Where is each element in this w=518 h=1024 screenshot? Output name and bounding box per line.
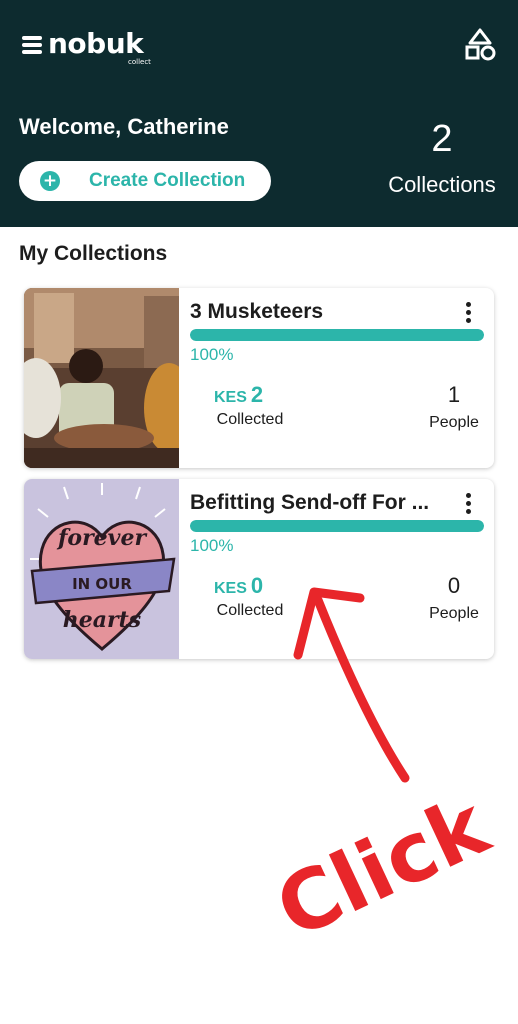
annotation-text: Click: [263, 778, 504, 958]
svg-text:forever: forever: [56, 525, 148, 551]
logo-subtext: collect: [128, 58, 151, 66]
people-label: People: [429, 414, 479, 431]
plus-icon: +: [40, 171, 60, 191]
amount-row: KES 2: [214, 382, 263, 408]
svg-text:hearts: hearts: [63, 607, 141, 633]
people-count: 1: [447, 382, 461, 407]
progress-percent: 100%: [190, 536, 234, 555]
progress-fill: [190, 520, 484, 532]
collection-title: 3 Musketeers: [190, 300, 324, 323]
collection-card[interactable]: 3 Musketeers 100% KES 2 Collected 1 Peopl…: [24, 288, 494, 468]
collected-label: Collected: [216, 602, 284, 619]
collections-count-label: Collections: [388, 172, 496, 197]
kebab-icon[interactable]: [460, 302, 476, 326]
menu-lines-icon: [22, 36, 44, 56]
collected-label: Collected: [216, 411, 284, 428]
section-title: My Collections: [19, 242, 168, 265]
progress-percent: 100%: [190, 345, 234, 364]
progress-fill: [190, 329, 484, 341]
create-collection-button[interactable]: + Create Collection: [19, 161, 271, 201]
people-count: 0: [447, 573, 461, 598]
app-header: nobuk collect Welcome, Catherine + Creat…: [0, 0, 518, 227]
welcome-text: Welcome, Catherine: [19, 114, 229, 139]
collections-count: 2: [431, 118, 453, 160]
shapes-icon[interactable]: [464, 28, 496, 62]
collection-card[interactable]: forever IN OUR hearts Befitting Send-off…: [24, 479, 494, 659]
progress-bar: [190, 329, 484, 341]
svg-text:IN OUR: IN OUR: [72, 575, 132, 593]
amount-row: KES 0: [214, 573, 263, 599]
collection-title: Befitting Send-off For ...: [190, 491, 430, 514]
currency-label: KES: [214, 389, 247, 406]
people-label: People: [429, 605, 479, 622]
nobuk-logo: nobuk collect: [22, 27, 172, 73]
currency-label: KES: [214, 580, 247, 597]
kebab-icon[interactable]: [460, 493, 476, 517]
create-collection-label: Create Collection: [89, 170, 246, 191]
collection-thumbnail: [24, 288, 179, 468]
collection-thumbnail: forever IN OUR hearts: [24, 479, 179, 659]
amount-value: 0: [250, 573, 264, 598]
amount-value: 2: [250, 382, 264, 407]
logo-text: nobuk: [48, 27, 144, 60]
progress-bar: [190, 520, 484, 532]
